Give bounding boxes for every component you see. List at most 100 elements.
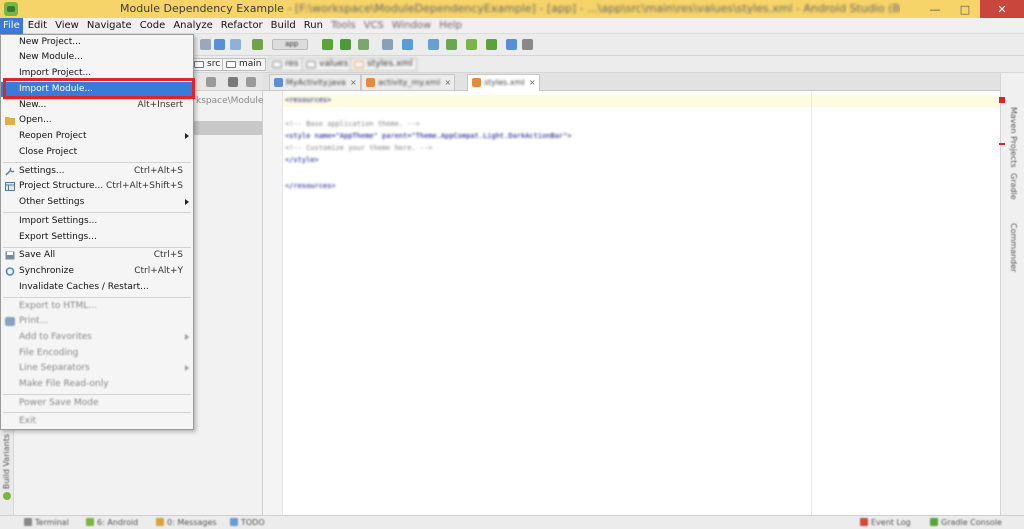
menu-view[interactable]: View bbox=[52, 18, 82, 34]
menu-item-reopen-project[interactable]: Reopen Project bbox=[1, 129, 193, 144]
menu-help[interactable]: Help bbox=[436, 18, 465, 34]
run-config-select[interactable]: app bbox=[272, 39, 308, 50]
menu-item-label: Exit bbox=[19, 416, 37, 426]
tab-myactivity-java[interactable]: MyActivity.java × bbox=[269, 74, 361, 90]
tab-styles-xml[interactable]: styles.xml × bbox=[467, 74, 540, 91]
breadcrumb-src[interactable]: src bbox=[190, 58, 225, 71]
menu-item-synchronize[interactable]: Synchronize Ctrl+Alt+Y bbox=[1, 264, 193, 279]
menu-item-line-separators[interactable]: Line Separators bbox=[1, 361, 193, 376]
tab-activity-my-xml[interactable]: activity_my.xml × bbox=[361, 74, 456, 90]
code-line[interactable]: <style name="AppTheme" parent="Theme.App… bbox=[285, 132, 572, 140]
forward-icon[interactable] bbox=[230, 39, 241, 50]
menu-item-save-all[interactable]: Save All Ctrl+S bbox=[1, 248, 193, 263]
error-marker[interactable] bbox=[999, 97, 1005, 103]
gear-icon[interactable] bbox=[228, 77, 238, 87]
menu-item-close-project[interactable]: Close Project bbox=[1, 145, 193, 160]
close-tab-icon[interactable]: × bbox=[350, 75, 357, 90]
code-line[interactable]: </resources> bbox=[285, 182, 336, 190]
menu-file[interactable]: File bbox=[0, 17, 23, 34]
menu-item-power-save-mode[interactable]: Power Save Mode bbox=[1, 396, 193, 411]
menu-item-label: Reopen Project bbox=[19, 131, 87, 141]
tab-label: styles.xml bbox=[484, 78, 525, 87]
gradle-tab[interactable]: Gradle bbox=[1009, 173, 1018, 200]
project-structure-icon[interactable] bbox=[382, 39, 393, 50]
hide-panel-icon[interactable] bbox=[246, 77, 256, 87]
terminal-tab[interactable]: Terminal bbox=[24, 518, 69, 527]
menu-item-export-html[interactable]: Export to HTML... bbox=[1, 299, 193, 314]
code-line[interactable]: <!-- Customize your theme here. --> bbox=[285, 144, 433, 152]
menu-item-add-to-favorites[interactable]: Add to Favorites bbox=[1, 330, 193, 345]
sdk-manager-icon[interactable] bbox=[402, 39, 413, 50]
messages-tab[interactable]: 0: Messages bbox=[156, 518, 217, 527]
submenu-arrow-icon bbox=[185, 133, 189, 139]
minimize-button[interactable]: — bbox=[920, 0, 950, 18]
menu-item-new-module[interactable]: New Module... bbox=[1, 50, 193, 65]
maximize-button[interactable]: □ bbox=[950, 0, 980, 18]
messages-label: 0: Messages bbox=[167, 518, 217, 527]
menu-code[interactable]: Code bbox=[137, 18, 169, 34]
menu-item-file-encoding[interactable]: File Encoding bbox=[1, 346, 193, 361]
menu-item-make-read-only[interactable]: Make File Read-only bbox=[1, 377, 193, 392]
run-icon[interactable] bbox=[322, 39, 333, 50]
help-icon[interactable] bbox=[506, 39, 517, 50]
code-line[interactable]: <resources> bbox=[285, 96, 331, 104]
cut-icon[interactable] bbox=[200, 39, 211, 50]
close-tab-icon[interactable]: × bbox=[529, 75, 536, 90]
avd-manager-icon[interactable] bbox=[446, 39, 457, 50]
commander-tab[interactable]: Commander bbox=[1009, 223, 1018, 272]
menu-refactor[interactable]: Refactor bbox=[218, 18, 266, 34]
menu-item-label: New... bbox=[19, 100, 47, 110]
menu-item-print[interactable]: Print... bbox=[1, 314, 193, 329]
selected-tree-row[interactable] bbox=[192, 121, 262, 135]
menu-run[interactable]: Run bbox=[301, 18, 326, 34]
build-variants-tab[interactable]: Build Variants bbox=[2, 434, 11, 489]
close-button[interactable]: ✕ bbox=[980, 0, 1024, 18]
menu-item-project-structure[interactable]: Project Structure... Ctrl+Alt+Shift+S bbox=[1, 179, 193, 194]
menu-analyze[interactable]: Analyze bbox=[170, 18, 215, 34]
error-stripe[interactable] bbox=[999, 143, 1005, 145]
debug-icon[interactable] bbox=[340, 39, 351, 50]
menu-tools[interactable]: Tools bbox=[328, 18, 359, 34]
title-bar: Module Dependency Example - [F:\workspac… bbox=[0, 0, 1024, 18]
menu-item-export-settings[interactable]: Export Settings... bbox=[1, 230, 193, 245]
menu-item-shortcut: Ctrl+Alt+Shift+S bbox=[106, 181, 183, 191]
menu-item-new[interactable]: New... Alt+Insert bbox=[1, 98, 193, 113]
sync-icon[interactable] bbox=[206, 77, 216, 87]
menu-navigate[interactable]: Navigate bbox=[84, 18, 135, 34]
android-monitor-icon[interactable] bbox=[466, 39, 477, 50]
menu-edit[interactable]: Edit bbox=[25, 18, 50, 34]
code-line[interactable]: </style> bbox=[285, 156, 319, 164]
breadcrumb-styles-xml[interactable]: styles.xml bbox=[350, 58, 417, 71]
menu-item-other-settings[interactable]: Other Settings bbox=[1, 195, 193, 210]
breadcrumb-main[interactable]: main bbox=[222, 58, 266, 71]
menu-build[interactable]: Build bbox=[268, 18, 299, 34]
menu-item-settings[interactable]: Settings... Ctrl+Alt+S bbox=[1, 164, 193, 179]
event-log-tab[interactable]: Event Log bbox=[860, 518, 911, 527]
menu-item-label: New Project... bbox=[19, 37, 81, 47]
menu-item-invalidate-caches[interactable]: Invalidate Caches / Restart... bbox=[1, 280, 193, 295]
sync-gradle-icon[interactable] bbox=[428, 39, 439, 50]
todo-tab[interactable]: TODO bbox=[230, 518, 265, 527]
attach-debugger-icon[interactable] bbox=[358, 39, 369, 50]
menu-item-exit[interactable]: Exit bbox=[1, 414, 193, 429]
menu-vcs[interactable]: VCS bbox=[361, 18, 387, 34]
device-icon[interactable] bbox=[486, 39, 497, 50]
sync-icon bbox=[5, 267, 15, 276]
make-project-icon[interactable] bbox=[252, 39, 263, 50]
menu-item-new-project[interactable]: New Project... bbox=[1, 35, 193, 50]
menu-item-label: Import Settings... bbox=[19, 216, 98, 226]
settings-icon[interactable] bbox=[522, 39, 533, 50]
menu-item-open[interactable]: Open... bbox=[1, 113, 193, 128]
breadcrumb-values[interactable]: values bbox=[302, 58, 353, 71]
android-tab[interactable]: 6: Android bbox=[86, 518, 138, 527]
gradle-console-tab[interactable]: Gradle Console bbox=[930, 518, 1002, 527]
settings-wrench-icon bbox=[5, 167, 15, 176]
back-icon[interactable] bbox=[214, 39, 225, 50]
menu-item-import-settings[interactable]: Import Settings... bbox=[1, 214, 193, 229]
close-tab-icon[interactable]: × bbox=[444, 75, 451, 90]
breadcrumb-res[interactable]: res bbox=[268, 58, 303, 71]
code-line[interactable]: <!-- Base application theme. --> bbox=[285, 120, 420, 128]
menu-item-label: New Module... bbox=[19, 52, 83, 62]
menu-window[interactable]: Window bbox=[389, 18, 434, 34]
maven-projects-tab[interactable]: Maven Projects bbox=[1009, 107, 1018, 168]
